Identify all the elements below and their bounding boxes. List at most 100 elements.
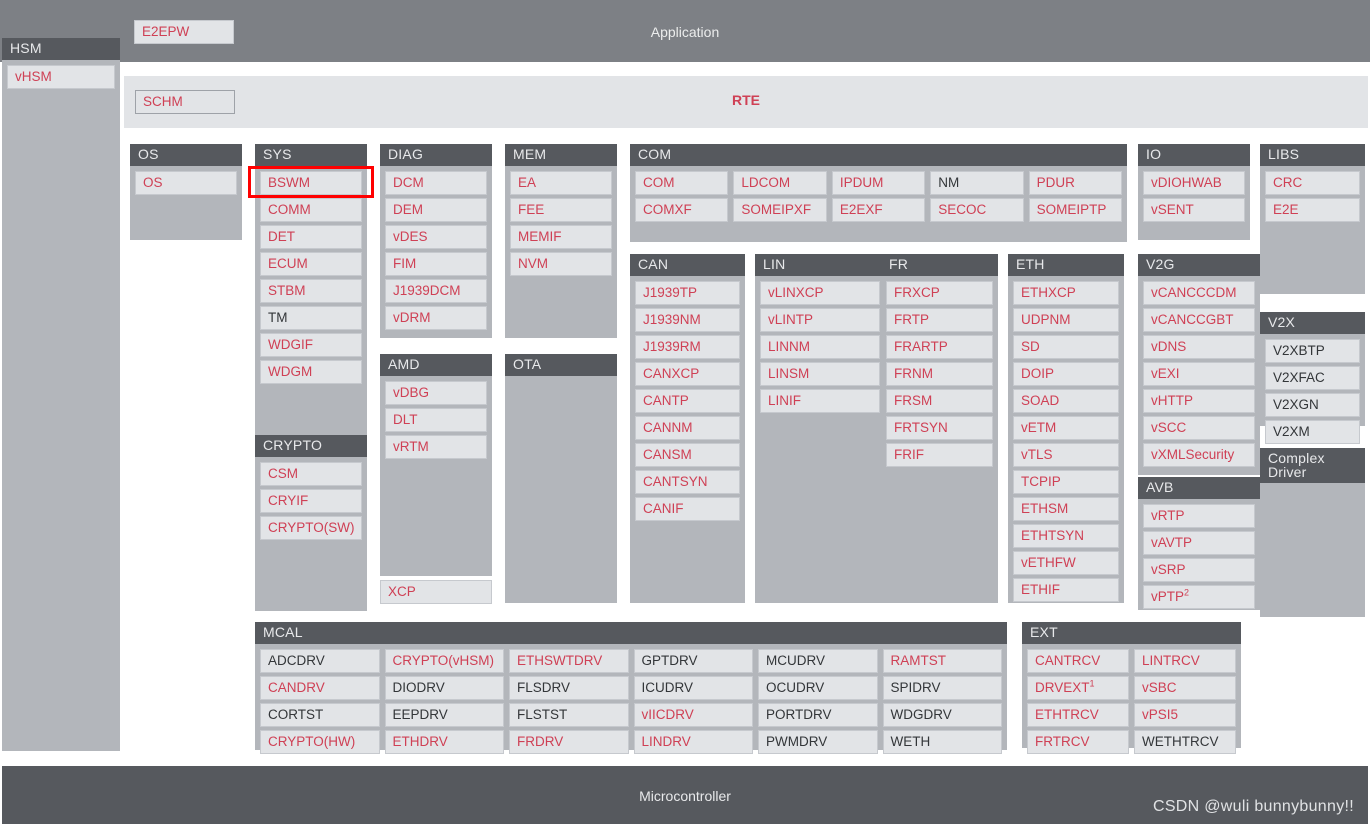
module-ethdrv[interactable]: ETHDRV [384,730,504,754]
module-weth[interactable]: WETH [882,730,1002,754]
module-ethsm[interactable]: ETHSM [1013,497,1119,521]
module-vetm[interactable]: vETM [1013,416,1119,440]
module-csm[interactable]: CSM [260,462,362,486]
module-bswm[interactable]: BSWM [260,171,362,195]
module-icudrv[interactable]: ICUDRV [633,676,753,700]
module-ecum[interactable]: ECUM [260,252,362,276]
module-cantrcv[interactable]: CANTRCV [1027,649,1129,673]
module-crc[interactable]: CRC [1265,171,1360,195]
module-ldcom[interactable]: LDCOM [733,171,827,195]
module-gptdrv[interactable]: GPTDRV [633,649,753,673]
module-vsrp[interactable]: vSRP [1143,558,1255,582]
module-det[interactable]: DET [260,225,362,249]
module-ethtrcv[interactable]: ETHTRCV [1027,703,1129,727]
module-vsent[interactable]: vSENT [1143,198,1245,222]
module-dcm[interactable]: DCM [385,171,487,195]
module-drvext[interactable]: DRVEXT1 [1027,676,1129,700]
module-wdgdrv[interactable]: WDGDRV [882,703,1002,727]
module-e2e[interactable]: E2E [1265,198,1360,222]
module-dlt[interactable]: DLT [385,408,487,432]
module-comm[interactable]: COMM [260,198,362,222]
module-com[interactable]: COM [635,171,729,195]
module-v2xfac[interactable]: V2XFAC [1265,366,1360,390]
module-cannm[interactable]: CANNM [635,416,740,440]
module-canxcp[interactable]: CANXCP [635,362,740,386]
module-nvm[interactable]: NVM [510,252,612,276]
module-ea[interactable]: EA [510,171,612,195]
module-vdbg[interactable]: vDBG [385,381,487,405]
module-vdiohwab[interactable]: vDIOHWAB [1143,171,1245,195]
module-nm[interactable]: NM [930,171,1024,195]
module-vxmlsecurity[interactable]: vXMLSecurity [1143,443,1255,467]
module-frtsyn[interactable]: FRTSYN [886,416,993,440]
module-spidrv[interactable]: SPIDRV [882,676,1002,700]
module-ethxcp[interactable]: ETHXCP [1013,281,1119,305]
module-vhsm[interactable]: vHSM [7,65,115,89]
module-j1939rm[interactable]: J1939RM [635,335,740,359]
module-sd[interactable]: SD [1013,335,1119,359]
module-frtp[interactable]: FRTP [886,308,993,332]
module-lindrv[interactable]: LINDRV [633,730,753,754]
module-dem[interactable]: DEM [385,198,487,222]
module-lintrcv[interactable]: LINTRCV [1134,649,1236,673]
module-vdns[interactable]: vDNS [1143,335,1255,359]
module-frtrcv[interactable]: FRTRCV [1027,730,1129,754]
module-ipdum[interactable]: IPDUM [831,171,926,195]
module-xcp[interactable]: XCP [380,580,492,604]
module-tm[interactable]: TM [260,306,362,330]
module-schm[interactable]: SCHM [135,90,235,114]
module-ramtst[interactable]: RAMTST [882,649,1002,673]
module-secoc[interactable]: SECOC [930,198,1024,222]
module-adcdrv[interactable]: ADCDRV [260,649,380,673]
module-wethtrcv[interactable]: WETHTRCV [1134,730,1236,754]
module-vhttp[interactable]: vHTTP [1143,389,1255,413]
module-comxf[interactable]: COMXF [635,198,729,222]
module-ethswtdrv[interactable]: ETHSWTDRV [509,649,629,673]
module-cansm[interactable]: CANSM [635,443,740,467]
module-v2xbtp[interactable]: V2XBTP [1265,339,1360,363]
module-crypto-sw[interactable]: CRYPTO(SW) [260,516,362,540]
module-vlinxcp[interactable]: vLINXCP [760,281,880,305]
module-canif[interactable]: CANIF [635,497,740,521]
module-linnm[interactable]: LINNM [760,335,880,359]
module-someipxf[interactable]: SOMEIPXF [733,198,827,222]
module-flstst[interactable]: FLSTST [509,703,629,727]
module-frdrv[interactable]: FRDRV [509,730,629,754]
module-vexi[interactable]: vEXI [1143,362,1255,386]
module-diodrv[interactable]: DIODRV [384,676,504,700]
module-ocudrv[interactable]: OCUDRV [758,676,878,700]
module-cortst[interactable]: CORTST [260,703,380,727]
module-j1939tp[interactable]: J1939TP [635,281,740,305]
module-wdgif[interactable]: WDGIF [260,333,362,357]
module-flsdrv[interactable]: FLSDRV [509,676,629,700]
module-os[interactable]: OS [135,171,237,195]
module-vdrm[interactable]: vDRM [385,306,487,330]
module-vsbc[interactable]: vSBC [1134,676,1236,700]
module-linif[interactable]: LINIF [760,389,880,413]
module-frsm[interactable]: FRSM [886,389,993,413]
module-vrtp[interactable]: vRTP [1143,504,1255,528]
module-vtls[interactable]: vTLS [1013,443,1119,467]
module-linsm[interactable]: LINSM [760,362,880,386]
module-ethtsyn[interactable]: ETHTSYN [1013,524,1119,548]
module-ethif[interactable]: ETHIF [1013,578,1119,602]
module-v2xm[interactable]: V2XM [1265,420,1360,444]
module-vcancccdm[interactable]: vCANCCCDM [1143,281,1255,305]
module-j1939nm[interactable]: J1939NM [635,308,740,332]
module-cantp[interactable]: CANTP [635,389,740,413]
module-memif[interactable]: MEMIF [510,225,612,249]
module-vdes[interactable]: vDES [385,225,487,249]
module-pdur[interactable]: PDUR [1028,171,1123,195]
module-fee[interactable]: FEE [510,198,612,222]
module-vscc[interactable]: vSCC [1143,416,1255,440]
module-doip[interactable]: DOIP [1013,362,1119,386]
module-vptp[interactable]: vPTP2 [1143,585,1255,609]
module-v2xgn[interactable]: V2XGN [1265,393,1360,417]
module-eepdrv[interactable]: EEPDRV [384,703,504,727]
module-cantsyn[interactable]: CANTSYN [635,470,740,494]
module-portdrv[interactable]: PORTDRV [758,703,878,727]
module-crypto-vhsm[interactable]: CRYPTO(vHSM) [384,649,504,673]
module-e2epw[interactable]: E2EPW [134,20,234,44]
module-candrv[interactable]: CANDRV [260,676,380,700]
module-stbm[interactable]: STBM [260,279,362,303]
